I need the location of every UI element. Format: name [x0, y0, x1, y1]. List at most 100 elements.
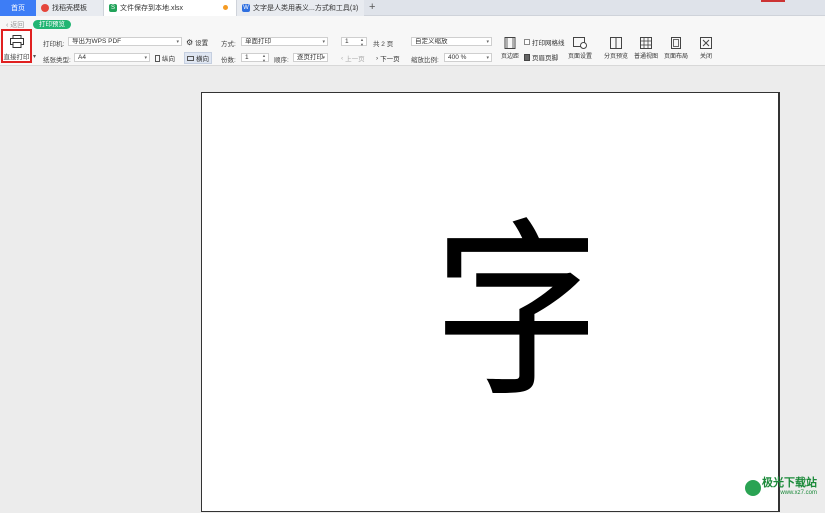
copies-stepper[interactable]: 1 ▲ ▼ [241, 53, 269, 63]
portrait-button[interactable]: 纵向 [155, 53, 175, 63]
mode-value: 单面打印 [245, 38, 271, 45]
scaling-value: 自定义缩放 [415, 38, 448, 45]
direct-print-button[interactable]: 直接打印 [1, 29, 32, 63]
paper-value: A4 [78, 54, 86, 61]
stepper-arrows-icon[interactable]: ▲ ▼ [360, 37, 364, 47]
page-number-value: 1 [345, 38, 349, 45]
watermark-sub: www.xz7.com [780, 490, 817, 496]
print-mode-select[interactable]: 单面打印 ▾ [241, 37, 328, 46]
prev-page-label: 上一页 [345, 56, 365, 63]
landscape-page-icon [187, 55, 194, 61]
page-break-preview-button[interactable]: 分页预览 [603, 37, 629, 60]
back-label: 返回 [10, 22, 25, 29]
copies-label: 份数: [221, 57, 236, 64]
grid-icon [640, 37, 652, 49]
paper-select[interactable]: A4 ▾ [74, 53, 150, 62]
print-preview-toolbar: ‹ 返回 打印预览 直接打印 ▾ 打印机: 导出为WPS PDF ▾ ⚙ 设置 纸张… [0, 16, 825, 66]
docer-icon [41, 4, 49, 12]
tab-spreadsheet[interactable]: S 文件保存到本地.xlsx [104, 0, 236, 16]
settings-button[interactable]: ⚙ 设置 [186, 37, 209, 48]
print-preview-badge: 打印预览 [33, 20, 71, 29]
page-break-icon [610, 37, 622, 49]
watermark-logo-icon [745, 480, 761, 496]
chevron-down-icon: ▾ [176, 39, 179, 45]
chevron-down-icon: ▾ [322, 55, 325, 61]
normal-view-button[interactable]: 普通视图 [633, 37, 659, 60]
header-footer-button[interactable]: 页眉页脚 [524, 52, 558, 62]
prev-page-button[interactable]: ‹ 上一页 [341, 53, 365, 64]
printer-value: 导出为WPS PDF [72, 38, 122, 45]
preview-canvas: 字 极光下载站 www.xz7.com [0, 67, 825, 512]
order-select[interactable]: 逐页打印 ▾ [293, 53, 328, 62]
copies-value: 1 [245, 54, 249, 61]
scaling-select[interactable]: 自定义缩放 ▾ [411, 37, 492, 46]
watermark: 极光下载站 www.xz7.com [762, 474, 817, 496]
margins-label: 页边距 [500, 54, 519, 60]
checkbox-icon [524, 39, 530, 45]
mode-label: 方式: [221, 41, 236, 48]
unsaved-dot-icon [223, 5, 228, 10]
chevron-down-icon: ▾ [144, 55, 147, 61]
next-page-label: 下一页 [380, 56, 400, 63]
tab-template-label: 找稻壳模板 [52, 5, 87, 12]
direct-print-label: 直接打印 [3, 54, 30, 61]
tab-document[interactable]: W 文字是人类用表义...方式和工具(1) × [236, 0, 364, 16]
scale-label: 缩放比例: [411, 57, 439, 64]
writer-icon: W [242, 4, 250, 12]
gridlines-label: 打印网格线 [532, 40, 565, 47]
landscape-label: 横向 [196, 56, 209, 63]
normal-view-label: 普通视图 [633, 54, 658, 60]
page-break-label: 分页预览 [603, 54, 628, 60]
scale-value: 400 % [448, 54, 467, 61]
watermark-main: 极光下载站 [762, 477, 817, 489]
portrait-label: 纵向 [162, 56, 175, 63]
page-glyph-svg: 字 [432, 202, 622, 423]
close-icon [700, 37, 712, 49]
header-footer-label: 页眉页脚 [532, 55, 558, 62]
preview-page: 字 [201, 92, 780, 512]
order-label: 顺序: [274, 57, 289, 64]
header-footer-icon [524, 53, 530, 61]
order-value: 逐页打印 [297, 54, 323, 61]
next-page-button[interactable]: › 下一页 [376, 53, 400, 64]
portrait-page-icon [155, 54, 160, 62]
tab-bar: 首页 找稻壳模板 S 文件保存到本地.xlsx W 文字是人类用表义...方式和… [0, 0, 825, 16]
chevron-down-icon: ▾ [486, 39, 489, 45]
document-glyph: 字 [432, 202, 622, 423]
settings-label: 设置 [195, 40, 209, 47]
chevron-left-icon: ‹ [341, 54, 344, 62]
gridlines-checkbox[interactable]: 打印网格线 [524, 37, 565, 47]
page-total: 共 2 页 [373, 41, 394, 48]
chevron-right-icon: › [376, 54, 379, 62]
direct-print-dropdown-icon[interactable]: ▾ [33, 53, 36, 60]
new-tab-button[interactable]: + [369, 1, 375, 13]
page-layout-label: 页面布局 [663, 54, 688, 60]
chevron-down-icon: ▾ [322, 39, 325, 45]
page-setup-button[interactable]: 页面设置 [567, 37, 593, 60]
close-tab-icon[interactable]: × [352, 3, 357, 12]
tab-home-label: 首页 [11, 5, 25, 12]
tab-document-label: 文字是人类用表义...方式和工具(1) [253, 5, 359, 12]
close-label: 关闭 [699, 54, 712, 60]
tab-template[interactable]: 找稻壳模板 [36, 0, 104, 16]
close-preview-button[interactable]: 关闭 [693, 37, 719, 60]
printer-icon [9, 35, 24, 48]
page-setup-icon [573, 37, 587, 49]
gear-icon: ⚙ [186, 37, 194, 47]
stepper-arrows-icon[interactable]: ▲ ▼ [262, 53, 266, 63]
landscape-button[interactable]: 横向 [184, 52, 212, 64]
tab-home[interactable]: 首页 [0, 0, 36, 16]
scale-select[interactable]: 400 % ▾ [444, 53, 492, 62]
window-control-marker [761, 0, 785, 2]
page-setup-label: 页面设置 [567, 54, 592, 60]
page-number-stepper[interactable]: 1 ▲ ▼ [341, 37, 367, 47]
tab-spreadsheet-label: 文件保存到本地.xlsx [120, 5, 183, 12]
page-layout-icon [671, 37, 681, 49]
printer-label: 打印机: [43, 41, 65, 48]
printer-select[interactable]: 导出为WPS PDF ▾ [68, 37, 182, 46]
page-layout-button[interactable]: 页面布局 [663, 37, 689, 60]
chevron-down-icon: ▾ [486, 55, 489, 61]
margins-icon [504, 37, 516, 49]
margins-button[interactable]: 页边距 [497, 37, 523, 60]
spreadsheet-icon: S [109, 4, 117, 12]
